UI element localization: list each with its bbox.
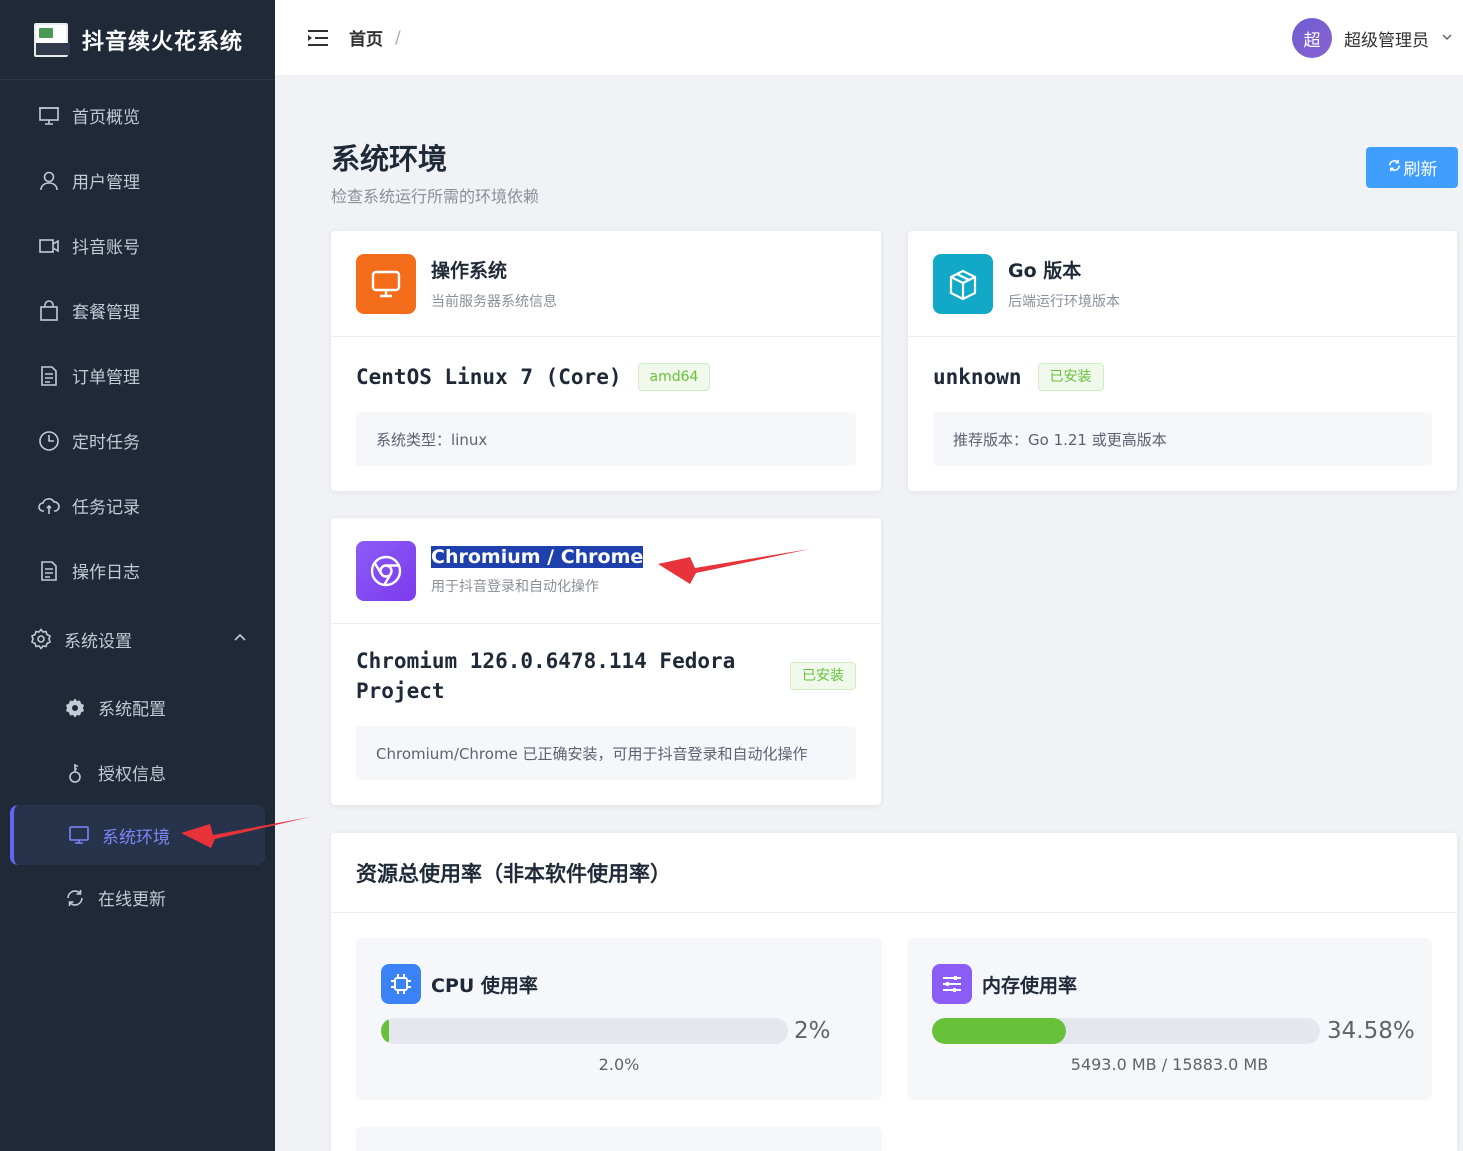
os-card-title: 操作系统 [431,260,508,282]
os-version: CentOS Linux 7 (Core) [356,365,622,389]
chrome-info: Chromium/Chrome 已正确安装，可用于抖音登录和自动化操作 [356,726,856,780]
sidebar-group-system-settings[interactable]: 系统设置 [0,603,275,675]
cpu-progress-bar [381,1018,788,1044]
presentation-icon [38,105,60,127]
chrome-card-title: Chromium / Chrome [431,545,644,568]
installed-tag: 已安装 [1037,363,1104,391]
sidebar-item-packages[interactable]: 套餐管理 [0,278,275,343]
sidebar-item-label: 订单管理 [72,368,140,388]
user-menu[interactable]: 超 超级管理员 [1292,18,1453,58]
chrome-version: Chromium 126.0.6478.114 Fedora Project [356,649,736,703]
sidebar-item-label: 用户管理 [72,173,140,193]
resources-card: 资源总使用率（非本软件使用率） CPU 使用率 2% 2.0% 内存使用率 34… [331,833,1457,1151]
chevron-up-icon [233,629,247,649]
annotation-arrow-icon [658,549,810,584]
cpu-detail: 2.0% [598,1055,640,1074]
sidebar-group-label: 系统设置 [64,631,132,652]
next-metric [356,1127,882,1151]
sidebar-item-douyin-accounts[interactable]: 抖音账号 [0,213,275,278]
chevron-down-icon[interactable] [1441,31,1453,46]
sidebar-item-label: 系统配置 [98,700,166,720]
go-info: 推荐版本：Go 1.21 或更高版本 [933,412,1432,466]
logo-image [34,22,70,57]
cpu-percent: 2% [794,1018,831,1044]
os-info: 系统类型：linux [356,412,856,466]
cpu-metric: CPU 使用率 2% 2.0% [356,938,882,1100]
chrome-card-desc: 用于抖音登录和自动化操作 [431,578,599,595]
shopping-bag-icon [38,299,60,322]
sidebar-item-online-update[interactable]: 在线更新 [0,865,275,930]
refresh-button[interactable]: 刷新 [1366,147,1458,188]
sidebar-item-label: 抖音账号 [72,238,140,258]
gear-icon [30,628,52,650]
clock-icon [38,430,60,452]
sidebar-item-label: 定时任务 [72,433,140,453]
go-version: unknown [933,365,1022,389]
sidebar-item-scheduled-tasks[interactable]: 定时任务 [0,408,275,473]
refresh-icon [64,887,86,909]
memory-progress-bar [932,1018,1320,1044]
os-card: 操作系统 当前服务器系统信息 CentOS Linux 7 (Core) amd… [331,231,881,491]
breadcrumb-home[interactable]: 首页 [349,25,383,50]
cloud-sync-icon [38,495,60,517]
sidebar-item-users[interactable]: 用户管理 [0,148,275,213]
sidebar-item-label: 操作日志 [72,563,140,583]
cpu-progress-fill [381,1018,390,1044]
resources-title: 资源总使用率（非本软件使用率） [331,833,1457,913]
sidebar-item-label: 套餐管理 [72,303,140,323]
cpu-chip-icon [381,964,421,1004]
user-name[interactable]: 超级管理员 [1344,26,1429,51]
sidebar-item-label: 授权信息 [98,765,166,785]
memory-metric: 内存使用率 34.58% 5493.0 MB / 15883.0 MB [907,938,1432,1100]
go-card-desc: 后端运行环境版本 [1008,294,1120,310]
app-title: 抖音续火花系统 [82,29,244,55]
refresh-icon [1387,158,1402,177]
sidebar-item-home-overview[interactable]: 首页概览 [0,83,275,148]
memory-percent: 34.58% [1327,1018,1415,1044]
go-card-title: Go 版本 [1008,260,1082,282]
menu-fold-icon[interactable] [307,27,329,49]
sidebar-item-orders[interactable]: 订单管理 [0,343,275,408]
sidebar-item-license-info[interactable]: 授权信息 [0,740,275,805]
user-icon [38,170,60,192]
breadcrumb-separator: / [395,27,401,48]
sidebar-item-label: 任务记录 [72,498,140,518]
go-card: Go 版本 后端运行环境版本 unknown 已安装 推荐版本：Go 1.21 … [908,231,1457,491]
gear-filled-icon [64,697,86,719]
page-subtitle: 检查系统运行所需的环境依赖 [331,187,540,206]
video-camera-icon [38,235,60,257]
refresh-label: 刷新 [1403,160,1438,180]
os-card-desc: 当前服务器系统信息 [431,294,557,310]
monitor-icon [68,824,90,846]
sidebar-item-operation-logs[interactable]: 操作日志 [0,538,275,603]
key-icon [64,762,86,784]
cpu-label: CPU 使用率 [431,974,538,997]
sidebar-item-label: 系统环境 [102,827,170,848]
sidebar-item-label: 首页概览 [72,108,140,128]
chrome-icon [356,540,416,601]
package-box-icon [933,253,993,314]
top-header: 首页 / 超 超级管理员 [275,0,1463,76]
arch-tag: amd64 [637,363,711,391]
memory-detail: 5493.0 MB / 15883.0 MB [1070,1055,1269,1074]
document-icon [38,560,60,582]
sliders-icon [932,964,972,1004]
sidebar: 抖音续火花系统 首页概览 用户管理 抖音账号 套餐管理 订单管理 定时任务 任务… [0,0,275,1151]
monitor-icon [356,253,416,314]
sidebar-item-system-config[interactable]: 系统配置 [0,675,275,740]
sidebar-item-label: 在线更新 [98,890,166,910]
brand: 抖音续火花系统 [0,0,275,80]
memory-label: 内存使用率 [982,974,1078,997]
avatar[interactable]: 超 [1292,18,1332,58]
page-title: 系统环境 [331,142,448,176]
memory-progress-fill [932,1018,1067,1044]
annotation-arrow-icon [181,817,310,848]
document-icon [38,365,60,387]
installed-tag: 已安装 [790,662,856,690]
sidebar-item-task-records[interactable]: 任务记录 [0,473,275,538]
